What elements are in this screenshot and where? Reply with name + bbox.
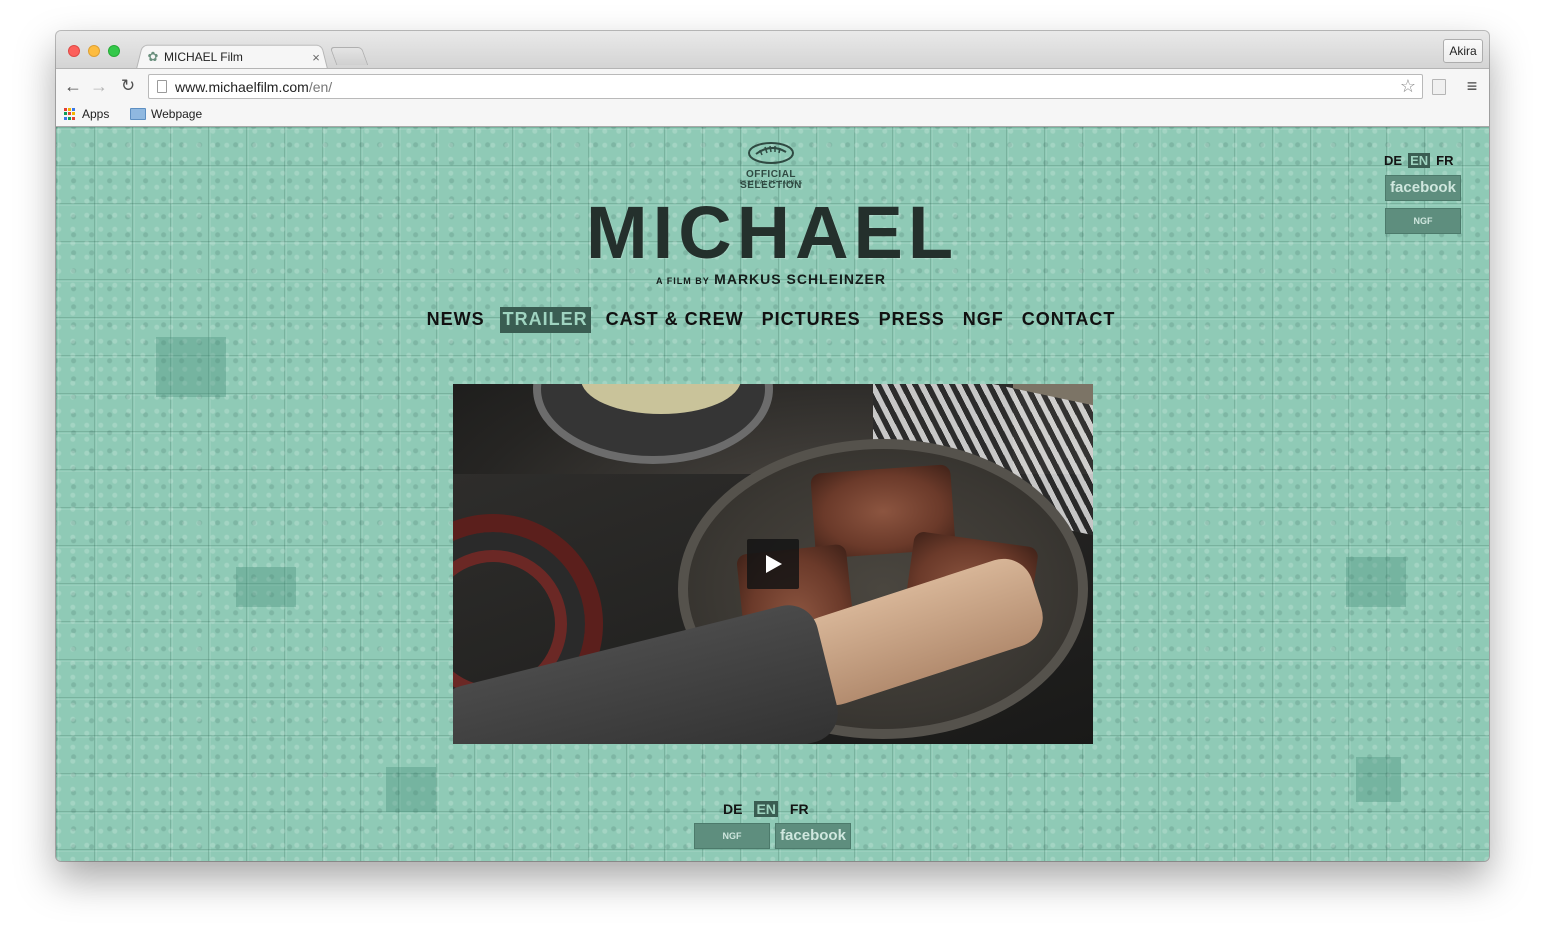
lang-en-bottom[interactable]: EN xyxy=(754,801,778,817)
puzzle-texture-patch xyxy=(386,767,436,812)
lang-de-top[interactable]: DE xyxy=(1384,153,1402,168)
tab-title: MICHAEL Film xyxy=(164,50,243,64)
url-text[interactable]: www.michaelfilm.com/en/ xyxy=(175,79,332,95)
language-switcher-bottom: DE EN FR xyxy=(723,801,809,817)
ngf-logo-link-top[interactable]: NGF xyxy=(1385,208,1461,234)
browser-window: ✿ MICHAEL Film × Akira ← → ↻ www.michael… xyxy=(56,31,1489,861)
menu-hamburger-icon[interactable]: ≡ xyxy=(1464,76,1480,96)
puzzle-texture-patch xyxy=(236,567,296,607)
site-favicon-icon: ✿ xyxy=(147,49,159,64)
extension-icon[interactable] xyxy=(1432,79,1446,95)
forward-arrow-icon[interactable]: → xyxy=(88,75,110,97)
url-path: /en/ xyxy=(308,79,333,95)
byline-director: MARKUS SCHLEINZER xyxy=(714,271,886,287)
apps-grid-dot xyxy=(72,108,75,111)
lang-fr-top[interactable]: FR xyxy=(1436,153,1453,168)
address-bar[interactable]: www.michaelfilm.com/en/ ☆ xyxy=(148,74,1423,99)
profile-button[interactable]: Akira xyxy=(1443,39,1483,63)
apps-grid-dot xyxy=(64,108,67,111)
ngf-logo-link-bottom[interactable]: NGF xyxy=(694,823,770,849)
apps-grid-dot xyxy=(64,116,67,120)
bookmark-webpage-label: Webpage xyxy=(151,107,203,121)
apps-grid-dot xyxy=(72,116,75,120)
nav-trailer[interactable]: TRAILER xyxy=(499,307,591,333)
bookmarks-bar: Apps Webpage xyxy=(56,103,1489,127)
browser-toolbar: ← → ↻ www.michaelfilm.com/en/ ☆ ≡ xyxy=(56,68,1489,103)
active-tab-content[interactable]: ✿ MICHAEL Film × xyxy=(142,45,328,69)
apps-grid-dot xyxy=(68,108,71,111)
play-button[interactable] xyxy=(747,539,799,589)
main-navigation: NEWS TRAILER CAST & CREW PICTURES PRESS … xyxy=(426,307,1116,333)
trailer-video[interactable] xyxy=(453,384,1093,744)
play-icon xyxy=(766,555,782,573)
minimize-window-button[interactable] xyxy=(88,45,100,57)
puzzle-texture-patch xyxy=(156,337,226,397)
nav-contact[interactable]: CONTACT xyxy=(1019,307,1119,333)
film-byline: A FILM BY MARKUS SCHLEINZER xyxy=(616,271,926,289)
lang-fr-bottom[interactable]: FR xyxy=(790,801,809,817)
nav-press[interactable]: PRESS xyxy=(876,307,948,333)
zoom-window-button[interactable] xyxy=(108,45,120,57)
back-arrow-icon[interactable]: ← xyxy=(62,75,84,97)
nav-pictures[interactable]: PICTURES xyxy=(759,307,864,333)
nav-news[interactable]: NEWS xyxy=(424,307,488,333)
puzzle-texture-patch xyxy=(1356,757,1401,802)
apps-grid-dot xyxy=(68,112,71,116)
lang-en-top[interactable]: EN xyxy=(1408,153,1431,168)
bookmark-apps-label: Apps xyxy=(82,107,110,121)
apps-grid-dot xyxy=(72,112,75,116)
bookmark-apps[interactable]: Apps xyxy=(64,107,109,121)
apps-grid-dot xyxy=(68,116,71,120)
festival-subtitle: FESTIVAL DE CANNES xyxy=(739,180,803,186)
url-host: www.michaelfilm.com xyxy=(175,79,309,95)
palm-leaf-icon xyxy=(748,142,794,164)
byline-prefix: A FILM BY xyxy=(656,276,710,286)
web-page: OFFICIAL SELECTION FESTIVAL DE CANNES MI… xyxy=(56,127,1489,861)
lang-de-bottom[interactable]: DE xyxy=(723,801,742,817)
site-logo-title[interactable]: MICHAEL xyxy=(586,193,956,273)
new-tab-button[interactable] xyxy=(329,47,369,65)
reload-icon[interactable]: ↻ xyxy=(117,75,139,97)
nav-cast-crew[interactable]: CAST & CREW xyxy=(603,307,747,333)
close-window-button[interactable] xyxy=(68,45,80,57)
bookmark-star-icon[interactable]: ☆ xyxy=(1400,75,1416,98)
tab-close-icon[interactable]: × xyxy=(308,50,324,65)
apps-grid-dot xyxy=(64,112,67,116)
bookmark-webpage[interactable]: Webpage xyxy=(130,107,202,121)
facebook-link-top[interactable]: facebook xyxy=(1385,175,1461,201)
apps-grid-icon xyxy=(64,108,76,120)
facebook-link-bottom[interactable]: facebook xyxy=(775,823,851,849)
page-icon xyxy=(157,80,167,93)
nav-ngf[interactable]: NGF xyxy=(960,307,1007,333)
language-switcher-top: DE EN FR xyxy=(1384,153,1453,168)
puzzle-texture-patch xyxy=(1346,557,1406,607)
tab-bar: ✿ MICHAEL Film × Akira xyxy=(56,31,1489,69)
folder-icon xyxy=(130,108,146,120)
